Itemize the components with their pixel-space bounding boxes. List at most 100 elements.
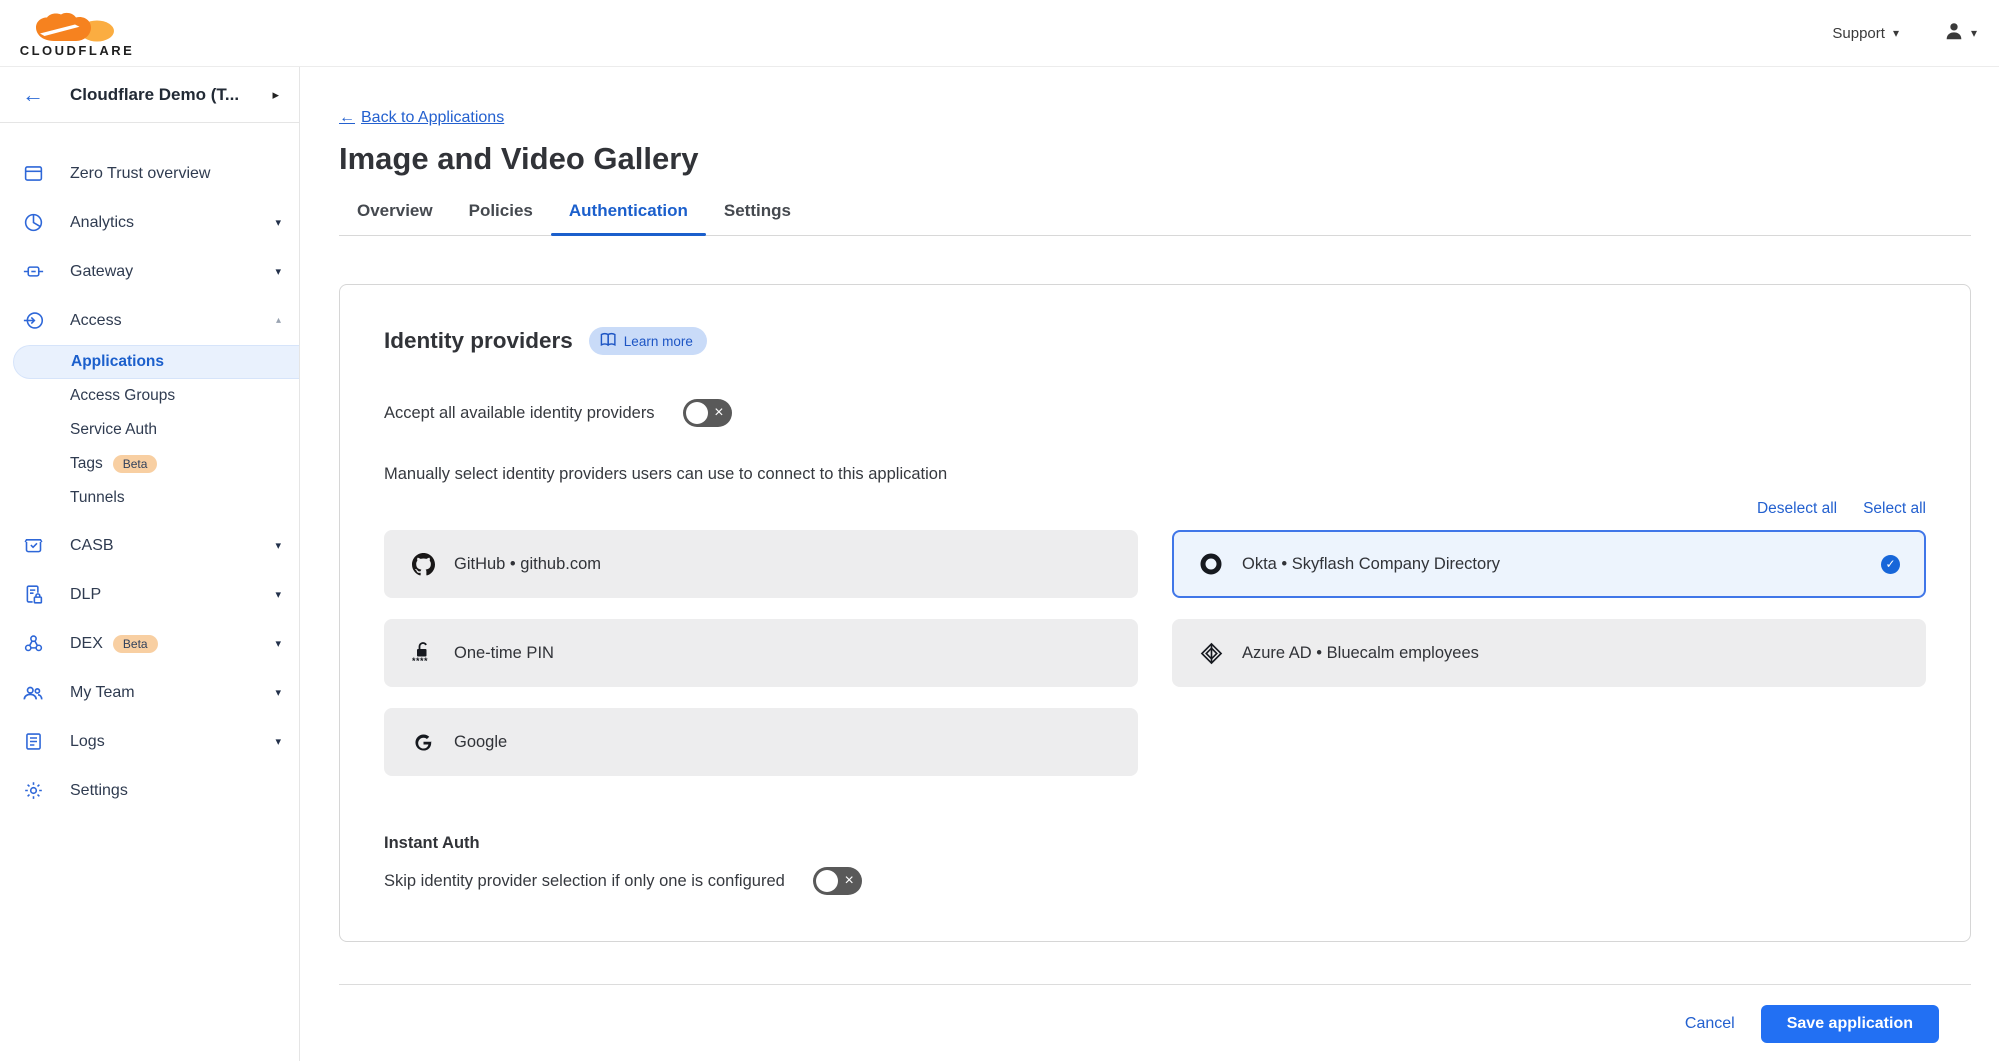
sidebar-item-casb[interactable]: CASB ▾ bbox=[0, 521, 299, 570]
selected-check-icon: ✓ bbox=[1881, 555, 1900, 574]
chevron-down-icon[interactable]: ▾ bbox=[275, 735, 281, 748]
sidebar-item-settings[interactable]: Settings bbox=[0, 766, 299, 815]
beta-badge: Beta bbox=[113, 635, 158, 653]
provider-tile-okta[interactable]: Okta • Skyflash Company Directory ✓ bbox=[1172, 530, 1926, 598]
sidebar-item-dex[interactable]: DEX Beta ▾ bbox=[0, 619, 299, 668]
chevron-right-icon[interactable]: ▸ bbox=[272, 87, 279, 103]
sidebar-item-label: Applications bbox=[71, 353, 164, 371]
sidebar-item-zero-trust-overview[interactable]: Zero Trust overview bbox=[0, 149, 299, 198]
main-content: ← Back to Applications Image and Video G… bbox=[300, 67, 1999, 1061]
sidebar-account-header: ← Cloudflare Demo (T... ▸ bbox=[0, 67, 299, 123]
instant-auth-label: Skip identity provider selection if only… bbox=[384, 872, 785, 891]
sidebar-item-tags[interactable]: Tags Beta bbox=[0, 447, 299, 481]
window-icon bbox=[22, 163, 44, 184]
cancel-button[interactable]: Cancel bbox=[1685, 1015, 1735, 1033]
chevron-down-icon[interactable]: ▾ bbox=[275, 216, 281, 229]
topbar-right: Support ▾ ▾ bbox=[1832, 20, 1977, 47]
beta-badge: Beta bbox=[113, 455, 158, 473]
sidebar-item-label: Logs bbox=[70, 733, 105, 751]
provider-name: Azure AD • Bluecalm employees bbox=[1242, 644, 1479, 663]
tab-overview[interactable]: Overview bbox=[339, 201, 451, 235]
log-list-icon bbox=[22, 731, 44, 752]
sidebar-item-label: Zero Trust overview bbox=[70, 165, 210, 183]
learn-more-badge[interactable]: Learn more bbox=[589, 327, 707, 355]
accept-all-label: Accept all available identity providers bbox=[384, 404, 655, 423]
chevron-up-icon[interactable]: ▴ bbox=[276, 315, 281, 326]
sidebar-item-label: Tags bbox=[70, 455, 103, 473]
chevron-down-icon[interactable]: ▾ bbox=[275, 588, 281, 601]
access-login-icon bbox=[22, 310, 44, 331]
google-icon bbox=[410, 732, 436, 753]
page-title: Image and Video Gallery bbox=[339, 141, 1971, 177]
sidebar-item-label: My Team bbox=[70, 684, 135, 702]
gateway-icon bbox=[22, 261, 44, 282]
sidebar-item-access[interactable]: Access ▴ bbox=[0, 296, 299, 345]
footer-actions: Cancel Save application bbox=[339, 1005, 1971, 1043]
back-arrow-icon: ← bbox=[339, 109, 355, 127]
svg-text:****: **** bbox=[412, 656, 428, 666]
learn-more-label: Learn more bbox=[624, 334, 693, 349]
chevron-down-icon[interactable]: ▾ bbox=[275, 539, 281, 552]
sidebar-item-applications[interactable]: Applications bbox=[13, 345, 299, 379]
cloudflare-cloud-icon bbox=[33, 12, 121, 42]
sidebar-item-logs[interactable]: Logs ▾ bbox=[0, 717, 299, 766]
accept-all-toggle[interactable]: × bbox=[683, 399, 732, 427]
sidebar-item-service-auth[interactable]: Service Auth bbox=[0, 413, 299, 447]
provider-name: GitHub • github.com bbox=[454, 555, 601, 574]
manual-select-text: Manually select identity providers users… bbox=[384, 465, 1926, 484]
sidebar-item-analytics[interactable]: Analytics ▾ bbox=[0, 198, 299, 247]
user-avatar-icon bbox=[1943, 20, 1965, 47]
sidebar-item-access-groups[interactable]: Access Groups bbox=[0, 379, 299, 413]
back-arrow-icon[interactable]: ← bbox=[22, 84, 44, 106]
toggle-off-x-icon: × bbox=[844, 873, 853, 889]
identity-providers-card: Identity providers Learn more Accept all… bbox=[339, 284, 1971, 942]
toggle-knob bbox=[816, 870, 838, 892]
chevron-down-icon[interactable]: ▾ bbox=[275, 265, 281, 278]
tab-settings[interactable]: Settings bbox=[706, 201, 809, 235]
document-lock-icon bbox=[22, 584, 44, 605]
one-time-pin-icon: **** bbox=[410, 640, 436, 666]
cloudflare-logo[interactable]: CLOUDFLARE bbox=[12, 8, 142, 58]
user-menu[interactable]: ▾ bbox=[1943, 20, 1977, 47]
pie-chart-icon bbox=[22, 212, 44, 233]
toggle-off-x-icon: × bbox=[714, 405, 723, 421]
sidebar-item-gateway[interactable]: Gateway ▾ bbox=[0, 247, 299, 296]
sidebar-item-label: CASB bbox=[70, 537, 114, 555]
chevron-down-icon: ▾ bbox=[1893, 27, 1899, 39]
gear-icon bbox=[22, 780, 44, 801]
provider-grid: GitHub • github.com Okta • Skyflash Comp… bbox=[384, 530, 1926, 776]
instant-auth-heading: Instant Auth bbox=[384, 834, 1926, 853]
deselect-all-link[interactable]: Deselect all bbox=[1757, 500, 1837, 518]
tab-authentication[interactable]: Authentication bbox=[551, 201, 706, 235]
sidebar-item-label: DLP bbox=[70, 586, 101, 604]
instant-auth-toggle[interactable]: × bbox=[813, 867, 862, 895]
provider-name: Google bbox=[454, 733, 507, 752]
chevron-down-icon[interactable]: ▾ bbox=[275, 637, 281, 650]
sidebar-item-label: Service Auth bbox=[70, 421, 157, 439]
provider-name: Okta • Skyflash Company Directory bbox=[1242, 555, 1500, 574]
provider-tile-github[interactable]: GitHub • github.com bbox=[384, 530, 1138, 598]
provider-tile-one-time-pin[interactable]: **** One-time PIN bbox=[384, 619, 1138, 687]
chevron-down-icon[interactable]: ▾ bbox=[275, 686, 281, 699]
sidebar-item-dlp[interactable]: DLP ▾ bbox=[0, 570, 299, 619]
select-all-link[interactable]: Select all bbox=[1863, 500, 1926, 518]
sidebar-item-my-team[interactable]: My Team ▾ bbox=[0, 668, 299, 717]
sidebar-item-label: Access bbox=[70, 312, 122, 330]
provider-name: One-time PIN bbox=[454, 644, 554, 663]
account-name[interactable]: Cloudflare Demo (T... bbox=[70, 85, 239, 105]
sidebar-item-tunnels[interactable]: Tunnels bbox=[0, 481, 299, 515]
save-application-button[interactable]: Save application bbox=[1761, 1005, 1939, 1043]
sidebar-item-label: Gateway bbox=[70, 263, 133, 281]
support-label: Support bbox=[1832, 25, 1885, 42]
cloudflare-wordmark: CLOUDFLARE bbox=[20, 43, 135, 58]
footer-divider bbox=[339, 984, 1971, 985]
card-title: Identity providers bbox=[384, 328, 573, 354]
support-menu[interactable]: Support ▾ bbox=[1832, 25, 1899, 42]
sidebar-nav: Zero Trust overview Analytics ▾ bbox=[0, 123, 299, 815]
provider-tile-google[interactable]: Google bbox=[384, 708, 1138, 776]
book-icon bbox=[600, 332, 617, 350]
sidebar-item-label: Analytics bbox=[70, 214, 134, 232]
tab-policies[interactable]: Policies bbox=[451, 201, 551, 235]
back-to-applications-link[interactable]: ← Back to Applications bbox=[339, 109, 504, 127]
provider-tile-azure-ad[interactable]: Azure AD • Bluecalm employees bbox=[1172, 619, 1926, 687]
